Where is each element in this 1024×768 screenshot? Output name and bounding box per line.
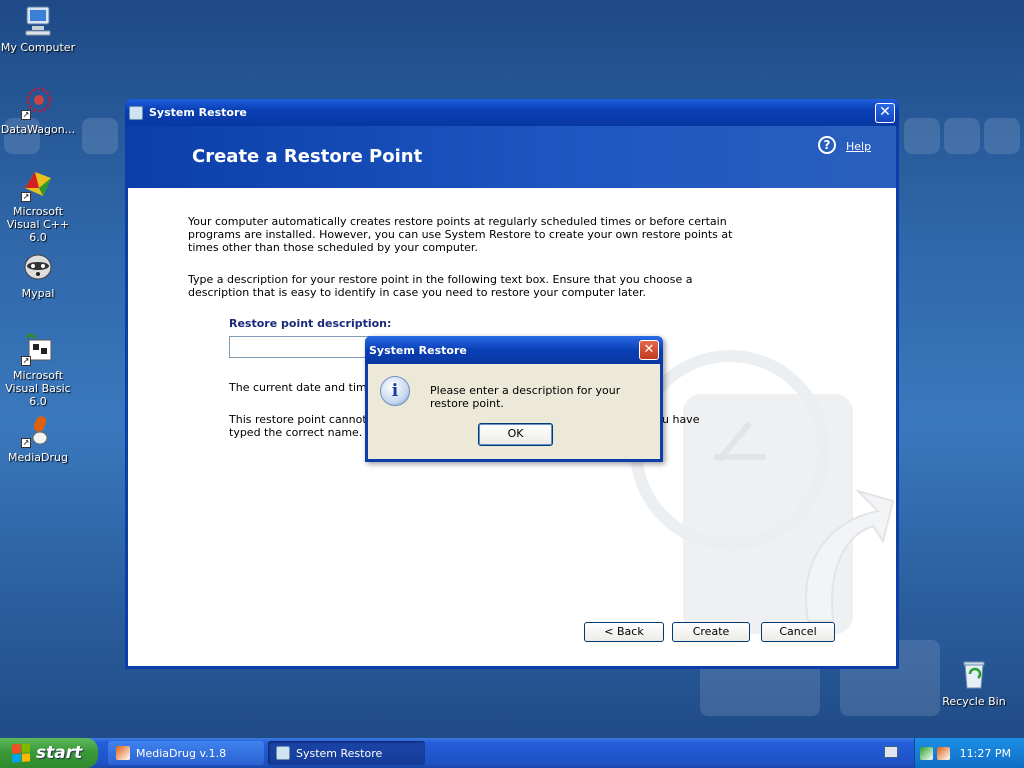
keyboard-icon[interactable] [884,746,898,758]
header-banner: Create a Restore Point ? Help [128,126,896,188]
intro-text: Your computer automatically creates rest… [188,215,733,254]
desktop-icon-recycle-bin[interactable]: Recycle Bin [934,658,1014,708]
desktop-icon-label: Mypal [21,287,55,300]
dialog-body: i Please enter a description for your re… [368,364,660,459]
bg-square [944,118,980,154]
watermark-clock-hand [714,454,766,460]
shortcut-arrow-icon: ↗ [21,438,31,448]
mypal-icon [21,250,55,284]
watermark-arrow-icon [805,488,895,622]
warning-text-left: This restore point cannot be [229,413,384,426]
bg-square [82,118,118,154]
datawagon-icon: ↗ [21,86,55,120]
close-icon: ✕ [643,342,655,357]
desktop-icon-visual-basic[interactable]: ↗ Microsoft Visual Basic 6.0 [0,332,78,408]
help-icon[interactable]: ? [818,136,836,154]
message-dialog: System Restore ✕ i Please enter a descri… [365,336,663,462]
description-label: Restore point description: [229,317,392,330]
desktop-icon-my-computer[interactable]: My Computer [0,4,78,54]
taskbar-task-label: MediaDrug v.1.8 [136,746,227,760]
desktop-icon-label: Microsoft Visual Basic 6.0 [5,369,71,408]
close-icon: ✕ [879,104,891,120]
warning-text-line2: typed the correct name. [229,426,363,439]
window-titlebar[interactable]: System Restore [125,99,899,126]
back-button[interactable]: < Back [584,622,664,642]
desktop-icon-label: My Computer [0,41,76,54]
desktop-icon-label: MediaDrug [8,451,68,464]
page-title: Create a Restore Point [192,146,423,167]
visual-cpp-icon: ↗ [21,168,55,202]
info-icon: i [380,376,410,406]
mediadrug-icon: ↗ [21,414,55,448]
taskbar-task-system-restore[interactable]: System Restore [268,741,425,765]
visual-basic-icon: ↗ [21,332,55,366]
system-tray: 11:27 PM [914,738,1024,768]
desktop-icon-datawagon[interactable]: ↗ DataWagon... [0,86,78,136]
network-icon[interactable] [919,746,933,760]
desktop-icon-mediadrug[interactable]: ↗ MediaDrug [0,414,78,464]
create-button[interactable]: Create [672,622,750,642]
ok-button[interactable]: OK [478,423,553,446]
warning-text-right: u have [662,413,700,426]
desktop-icon-visual-cpp[interactable]: ↗ Microsoft Visual C++ 6.0 [0,168,78,244]
start-label: start [36,743,83,763]
start-button[interactable]: start [0,738,98,768]
dialog-titlebar[interactable]: System Restore [365,336,663,364]
bg-square [904,118,940,154]
dialog-message: Please enter a description for your rest… [430,384,621,410]
cancel-button[interactable]: Cancel [761,622,835,642]
shortcut-arrow-icon: ↗ [21,110,31,120]
clock[interactable]: 11:27 PM [960,747,1011,760]
mediadrug-tray-icon[interactable] [936,746,950,760]
taskbar: start MediaDrug v.1.8 System Restore 11:… [0,738,1024,768]
desktop-icon-label: Microsoft Visual C++ 6.0 [6,205,70,244]
taskbar-task-mediadrug[interactable]: MediaDrug v.1.8 [108,741,264,765]
desktop-icon-mypal[interactable]: Mypal [0,250,78,300]
computer-icon [21,4,55,38]
window-title: System Restore [149,106,247,119]
help-link[interactable]: Help [846,140,871,153]
bg-square [984,118,1020,154]
mediadrug-icon [116,746,130,760]
dialog-title: System Restore [369,343,467,357]
taskbar-task-label: System Restore [296,746,383,760]
system-restore-icon [129,105,143,120]
dialog-close-button[interactable]: ✕ [639,340,659,360]
windows-logo-icon [12,743,30,763]
shortcut-arrow-icon: ↗ [21,192,31,202]
desktop-icon-label: Recycle Bin [942,695,1006,708]
instructions-text: Type a description for your restore poin… [188,273,693,299]
shortcut-arrow-icon: ↗ [21,356,31,366]
system-restore-icon [276,746,290,760]
recycle-bin-icon [957,658,991,692]
desktop-icon-label: DataWagon... [0,123,76,136]
window-close-button[interactable]: ✕ [875,103,895,123]
